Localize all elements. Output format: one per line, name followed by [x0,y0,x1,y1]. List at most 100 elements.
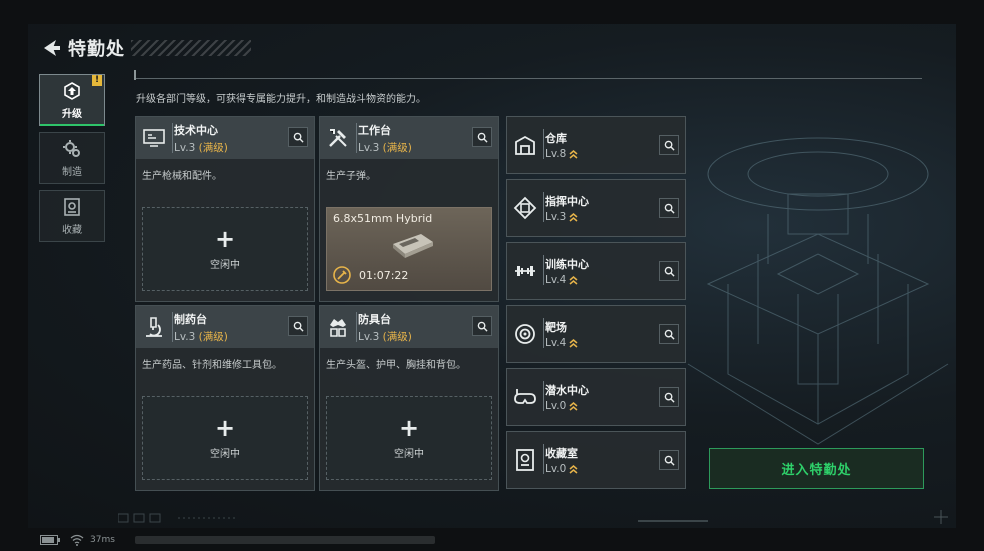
wrench-timer-icon [333,266,351,284]
upgrade-chevron-icon [569,212,578,222]
add-icon: + [214,413,236,442]
battery-icon [40,535,60,545]
level-value: Lv.3 [545,211,567,223]
max-level-tag: (满级) [198,141,228,154]
room-item-warehouse[interactable]: 仓库 Lv.8 [506,116,686,174]
card-header: 工作台 Lv.3 (满级) [320,117,498,159]
inspect-button[interactable] [472,127,492,147]
notification-badge: ! [92,75,102,86]
room-item-command-center[interactable]: 指挥中心 Lv.3 [506,179,686,237]
room-info: 指挥中心 Lv.3 [545,193,589,223]
nav-tab-craft[interactable]: 制造 [39,132,105,184]
remaining-time: 01:07:22 [359,268,409,282]
nav-label-upgrade: 升级 [62,108,82,120]
inspect-button[interactable] [659,387,679,407]
card-title-block: 防具台 Lv.3 (满级) [358,311,412,344]
inspect-button[interactable] [472,316,492,336]
inspect-button[interactable] [659,261,679,281]
level-value: Lv.0 [545,463,567,475]
wifi-icon [70,534,84,546]
ping-label: 37ms [90,535,115,545]
room-separator [543,318,544,348]
search-icon [477,132,488,143]
search-icon [664,329,675,340]
facility-name: 技术中心 [174,123,218,137]
facility-level: Lv.3 (满级) [358,140,412,155]
card-header: 制药台 Lv.3 (满级) [136,306,314,348]
room-name: 训练中心 [545,258,589,271]
search-icon [477,321,488,332]
chip-icon [513,196,537,220]
search-icon [664,140,675,151]
room-level: Lv.4 [545,274,589,286]
device-status-bar: 37ms [40,532,435,548]
craft-timer: 01:07:22 [333,266,408,284]
header-separator [172,123,173,153]
idle-label: 空闲中 [210,448,240,460]
level-value: Lv.0 [545,400,567,412]
upgrade-chevron-icon [569,338,578,348]
upgrade-chevron-icon [569,464,578,474]
back-arrow-icon[interactable] [40,37,62,59]
room-item-training-center[interactable]: 训练中心 Lv.4 [506,242,686,300]
room-item-shooting-range[interactable]: 靶场 Lv.4 [506,305,686,363]
production-slot-active[interactable]: 6.8x51mm Hybrid 01:07:22 [326,207,492,291]
room-name: 靶场 [545,321,567,334]
inspect-button[interactable] [288,127,308,147]
level-value: Lv.3 [358,141,380,154]
facility-name: 制药台 [174,312,207,326]
room-item-diving-center[interactable]: 潜水中心 Lv.0 [506,368,686,426]
room-separator [543,129,544,159]
idle-label: 空闲中 [210,259,240,271]
card-header: 防具台 Lv.3 (满级) [320,306,498,348]
enter-special-ops-button[interactable]: 进入特勤处 [709,448,924,489]
room-info: 靶场 Lv.4 [545,319,578,349]
production-slot-idle[interactable]: + 空闲中 [142,396,308,480]
inspect-button[interactable] [288,316,308,336]
card-title-block: 技术中心 Lv.3 (满级) [174,122,228,155]
ammo-box-icon [393,234,433,258]
production-slot-idle[interactable]: + 空闲中 [142,207,308,291]
inspect-button[interactable] [659,450,679,470]
upgrade-chevron-icon [569,275,578,285]
max-level-tag: (满级) [198,330,228,343]
room-name: 收藏室 [545,447,578,460]
gears-icon [63,139,80,157]
search-icon [664,203,675,214]
facility-level: Lv.3 (满级) [174,329,228,344]
inspect-button[interactable] [659,198,679,218]
header-divider [134,70,922,80]
inspect-button[interactable] [659,135,679,155]
facility-card-workbench[interactable]: 工作台 Lv.3 (满级) 生产子弹。 6.8x51mm Hybrid 01:0… [319,116,499,302]
nav-label-collection: 收藏 [62,224,82,236]
room-item-collection-room[interactable]: 收藏室 Lv.0 [506,431,686,489]
room-name: 仓库 [545,132,567,145]
room-level: Lv.0 [545,400,589,412]
production-slot-idle[interactable]: + 空闲中 [326,396,492,480]
special-ops-panel: 特勤处 升级各部门等级，可获得专属能力提升，和制造战斗物资的能力。 ! 升级 制… [28,24,956,528]
facility-card-pharmacy[interactable]: 制药台 Lv.3 (满级) 生产药品、针剂和维修工具包。 + 空闲中 [135,305,315,491]
card-title-block: 制药台 Lv.3 (满级) [174,311,228,344]
facility-card-tech-center[interactable]: 技术中心 Lv.3 (满级) 生产枪械和配件。 + 空闲中 [135,116,315,302]
room-info: 训练中心 Lv.4 [545,256,589,286]
collection-icon [64,197,80,216]
title-decoration [131,40,251,56]
facility-level: Lv.3 (满级) [358,329,412,344]
armor-icon [330,319,346,337]
page-header: 特勤处 [40,34,251,62]
room-level: Lv.3 [545,211,589,223]
side-nav: ! 升级 制造 收藏 [39,74,105,248]
page-title: 特勤处 [68,39,125,60]
facility-description: 生产药品、针剂和维修工具包。 [142,360,282,371]
collection-room-icon [516,449,534,471]
nav-tab-collection[interactable]: 收藏 [39,190,105,242]
nav-tab-upgrade[interactable]: ! 升级 [39,74,105,126]
corner-crosshair [934,510,948,524]
facility-card-armor-bench[interactable]: 防具台 Lv.3 (满级) 生产头盔、护甲、胸挂和背包。 + 空闲中 [319,305,499,491]
inspect-button[interactable] [659,324,679,344]
search-icon [664,455,675,466]
header-separator [356,312,357,342]
add-icon: + [214,224,236,253]
facility-name: 防具台 [358,312,391,326]
facility-hologram [668,134,956,464]
